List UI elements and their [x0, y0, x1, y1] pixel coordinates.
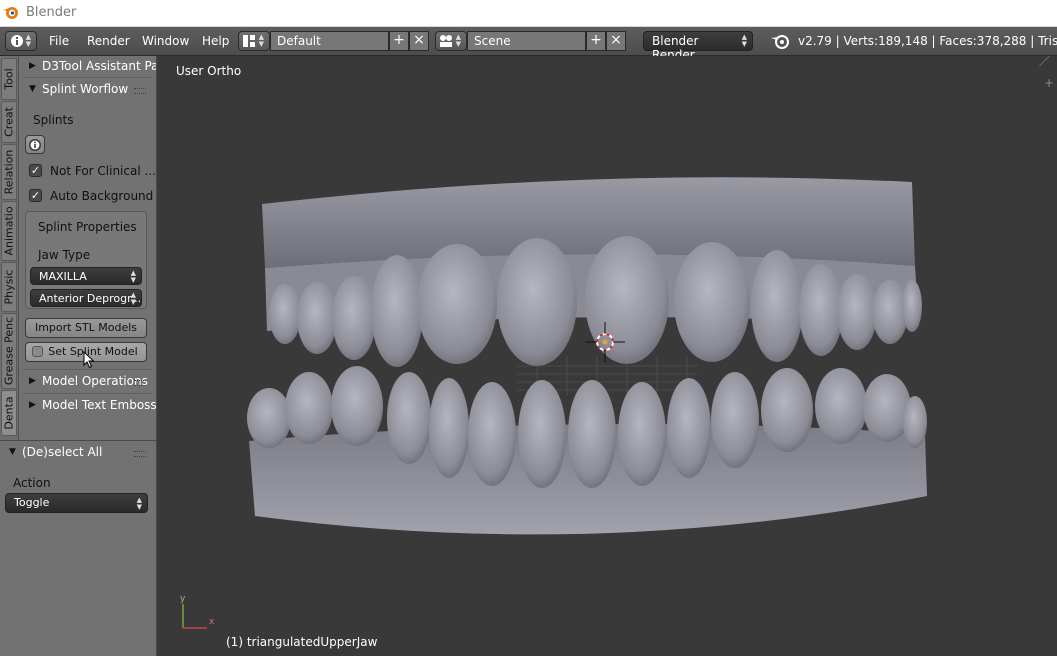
collapsed-triangle-icon: ▶	[29, 61, 36, 71]
updown-arrows-icon: ▲ ▼	[130, 269, 136, 284]
remove-screen-icon[interactable]: ×	[409, 31, 429, 51]
expanded-triangle-icon: ▼	[29, 84, 36, 94]
axis-gizmo-icon	[182, 604, 207, 629]
updown-arrows-icon: ▲ ▼	[25, 33, 31, 48]
action-dropdown[interactable]: Toggle ▲ ▼	[5, 493, 148, 513]
info-header: ▲ ▼ File Render Window Help ▲ ▼ Default + …	[0, 27, 1057, 62]
import-stl-button[interactable]: Import STL Models	[25, 318, 147, 338]
panel-d3tool-header[interactable]: ▶ D3Tool Assistant Pa	[19, 56, 156, 78]
splints-label: Splints	[33, 113, 74, 127]
updown-arrows-icon: ▲ ▼	[130, 291, 136, 306]
updown-arrows-icon: ▲ ▼	[258, 33, 264, 48]
render-engine-dropdown[interactable]: Blender Render ▲ ▼	[643, 31, 753, 62]
scene-browse-button[interactable]: ▲ ▼	[435, 31, 467, 51]
deprogrammer-dropdown[interactable]: Anterior Deprogr... ▲ ▼	[30, 289, 142, 307]
auto-background-checkbox[interactable]: ✓	[29, 189, 42, 202]
axis-y-label: y	[180, 594, 186, 604]
jaw-type-label: Jaw Type	[38, 248, 91, 262]
auto-background-label: Auto Background	[50, 189, 154, 203]
jaw-type-dropdown[interactable]: MAXILLA ▲ ▼	[30, 267, 142, 285]
menu-window[interactable]: Window	[142, 34, 189, 48]
active-object-label: (1) triangulatedUpperJaw	[226, 635, 378, 649]
menu-render[interactable]: Render	[87, 34, 130, 48]
screen-layout-browse-button[interactable]: ▲ ▼	[238, 31, 270, 51]
menu-file[interactable]: File	[49, 34, 69, 48]
not-clinical-label: Not For Clinical ...	[50, 164, 156, 178]
window-title-bar: Blender	[0, 0, 1057, 27]
tab-grease-pencil[interactable]: Grease Penc	[1, 313, 17, 389]
tab-dental[interactable]: Denta	[1, 390, 17, 436]
splint-info-button[interactable]	[25, 135, 45, 154]
3d-viewport[interactable]: User Ortho y x (1) triangulatedUpperJaw …	[157, 56, 1057, 655]
panel-model-operations-header[interactable]: ▶ Model Operations	[19, 371, 156, 393]
action-label: Action	[13, 476, 51, 490]
panel-drag-handle-icon[interactable]	[134, 88, 146, 94]
panel-model-text-header[interactable]: ▶ Model Text Embossi	[19, 395, 156, 417]
screen-layout-field[interactable]: Default	[270, 31, 389, 51]
dental-model-mesh[interactable]	[157, 56, 1057, 655]
menu-help[interactable]: Help	[202, 34, 229, 48]
layout-grid-icon	[243, 35, 255, 47]
panel-drag-handle-icon[interactable]	[134, 451, 146, 457]
scene-icon	[440, 35, 452, 47]
tab-animation[interactable]: Animatio	[1, 201, 17, 261]
tab-relations[interactable]: Relation	[1, 144, 17, 200]
collapsed-triangle-icon: ▶	[29, 400, 36, 410]
button-checkbox-icon	[32, 346, 43, 357]
info-icon	[29, 139, 41, 151]
axis-x-label: x	[209, 617, 215, 627]
not-clinical-checkbox[interactable]: ✓	[29, 164, 42, 177]
editor-type-button[interactable]: ▲ ▼	[5, 31, 37, 51]
mouse-cursor-icon	[83, 351, 95, 369]
tab-tool[interactable]: Tool	[1, 58, 17, 100]
properties-region-toggle-icon[interactable]: +	[1044, 76, 1054, 90]
panel-splint-header[interactable]: ▼ Splint Worflow	[19, 79, 156, 101]
updown-arrows-icon: ▲ ▼	[741, 33, 747, 48]
blender-logo-icon	[3, 7, 18, 19]
tab-physics[interactable]: Physic	[1, 262, 17, 312]
splint-properties-label: Splint Properties	[38, 220, 137, 234]
splint-properties-box: Splint Properties Jaw Type MAXILLA ▲ ▼ An…	[25, 211, 147, 309]
info-icon	[11, 35, 23, 47]
expanded-triangle-icon: ▼	[9, 447, 16, 457]
add-screen-icon[interactable]: +	[389, 31, 409, 51]
scene-statistics: v2.79 | Verts:189,148 | Faces:378,288 | …	[798, 34, 1057, 48]
operator-panel-header[interactable]: ▼ (De)select All	[0, 442, 156, 464]
updown-arrows-icon: ▲ ▼	[136, 496, 142, 511]
collapsed-triangle-icon: ▶	[29, 376, 36, 386]
scene-field[interactable]: Scene	[467, 31, 586, 51]
divider	[23, 77, 151, 78]
updown-arrows-icon: ▲ ▼	[455, 33, 461, 48]
operator-panel: ▼ (De)select All Action Toggle ▲ ▼	[0, 440, 157, 656]
blender-logo-icon	[771, 35, 789, 49]
tab-create[interactable]: Creat	[1, 101, 17, 143]
remove-scene-icon[interactable]: ×	[606, 31, 626, 51]
panel-drag-handle-icon[interactable]	[134, 380, 146, 386]
window-title: Blender	[26, 5, 77, 20]
add-scene-icon[interactable]: +	[586, 31, 606, 51]
divider	[23, 369, 151, 370]
divider	[23, 393, 151, 394]
